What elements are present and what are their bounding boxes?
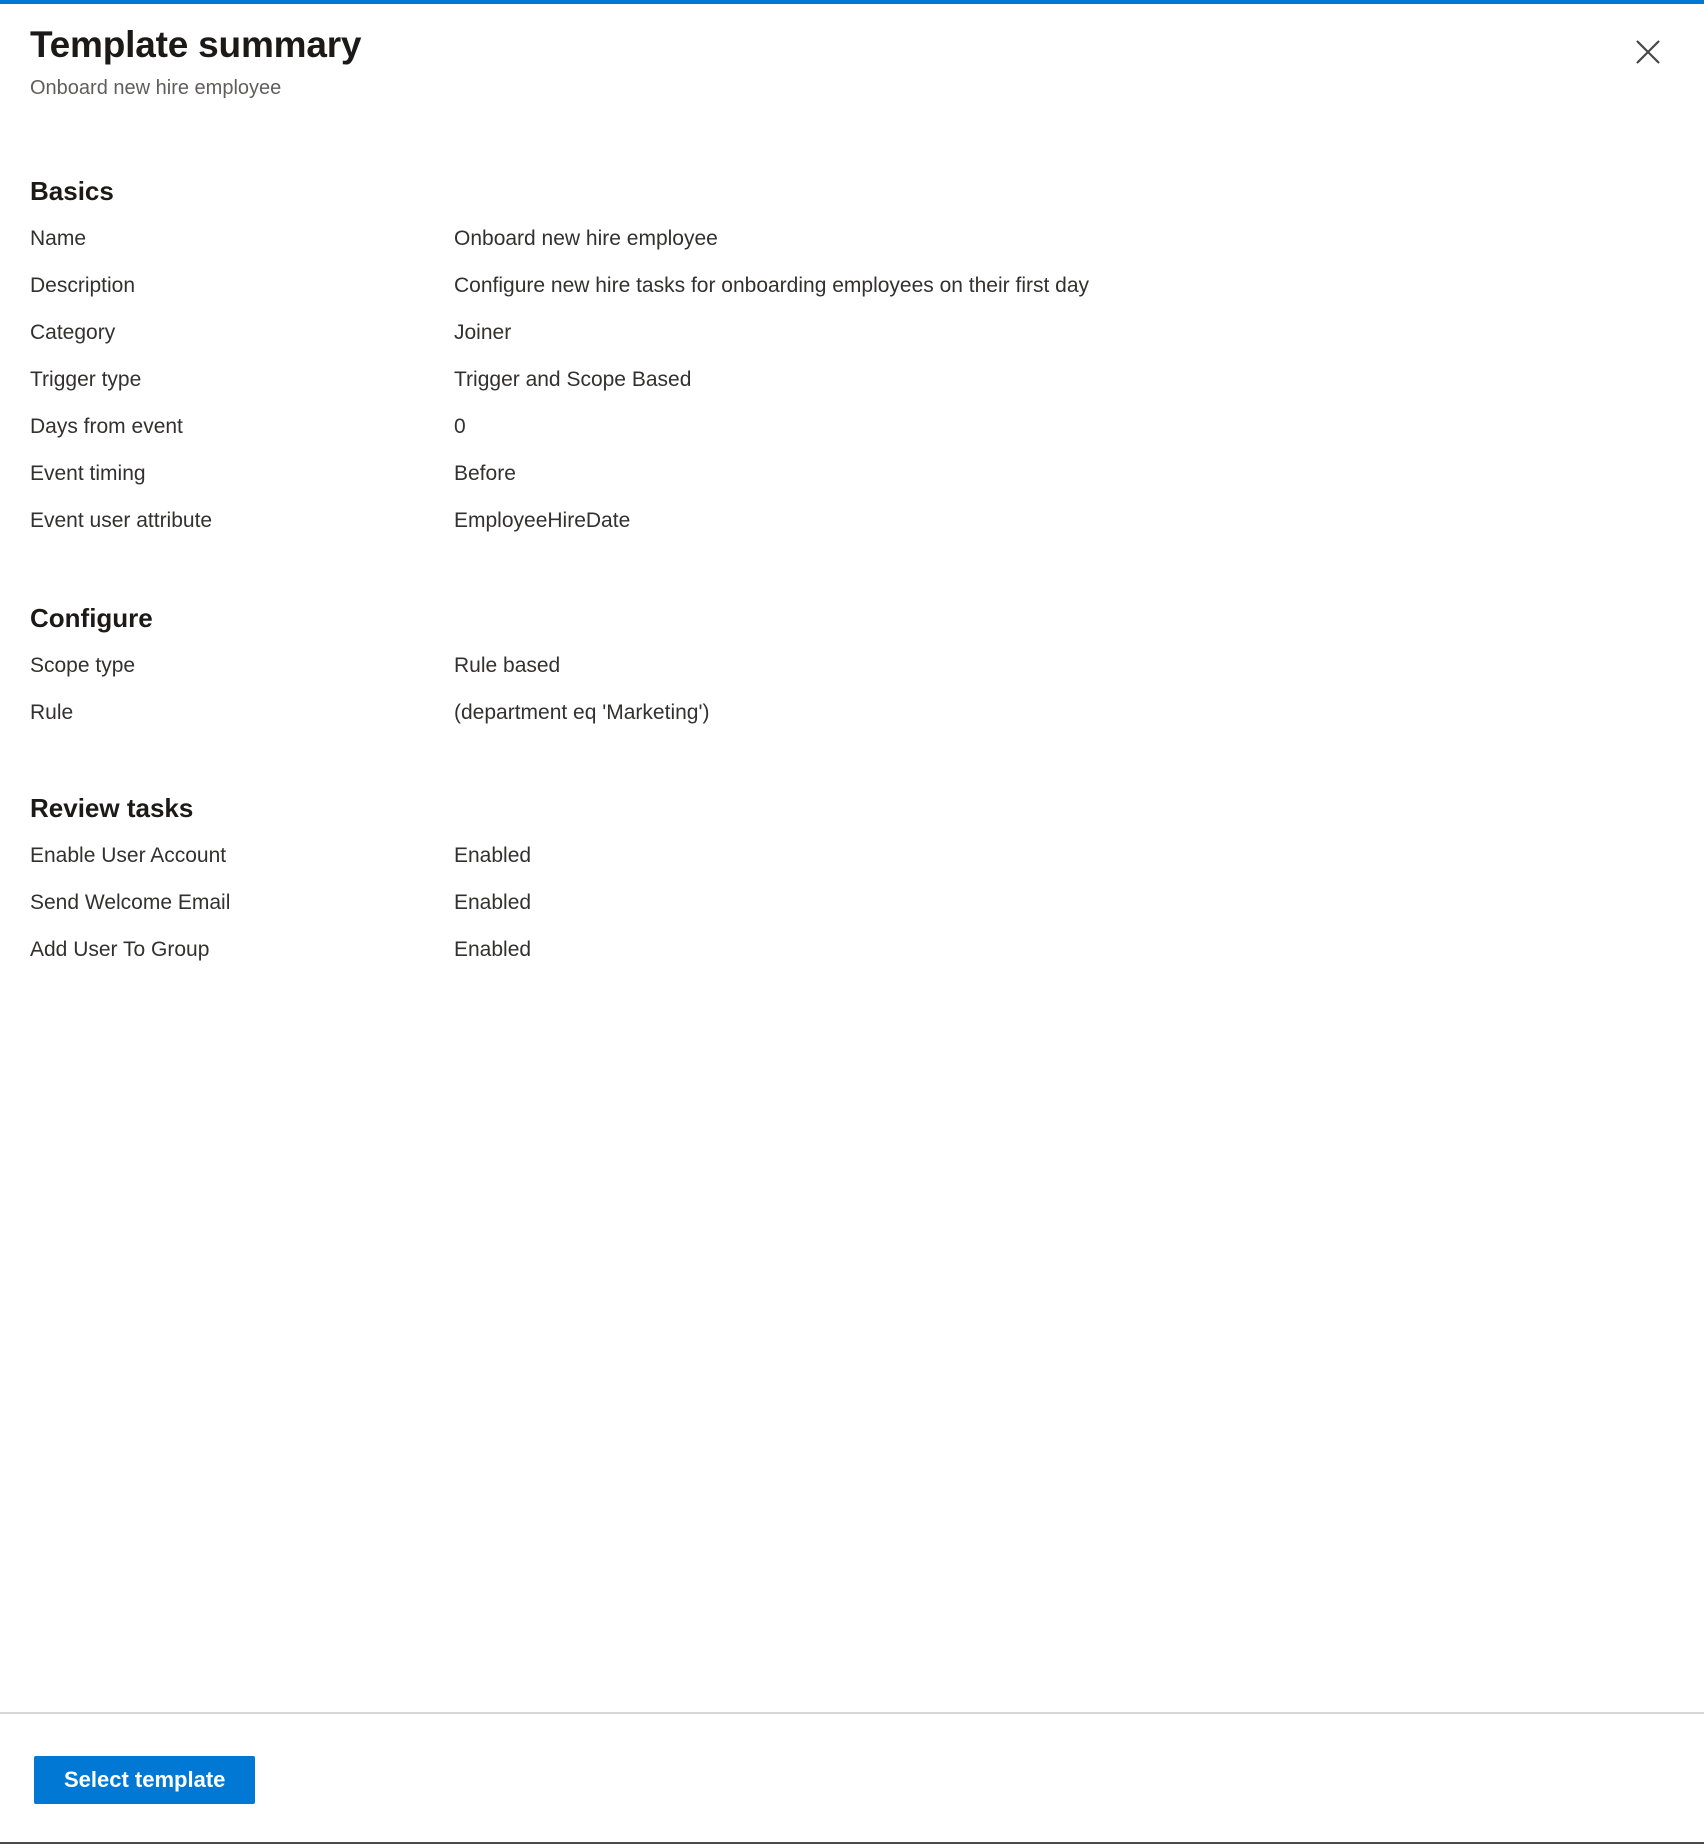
close-button[interactable] — [1624, 28, 1672, 76]
configure-rows: Scope type Rule based Rule (department e… — [30, 651, 1674, 745]
row-label: Rule — [30, 701, 74, 724]
row-value: Enabled — [454, 938, 532, 961]
summary-row: Send Welcome Email Enabled — [30, 888, 1674, 935]
summary-row: Category Joiner — [30, 318, 1674, 365]
summary-row: Description Configure new hire tasks for… — [30, 271, 1674, 318]
row-value: Before — [454, 462, 516, 485]
section-heading-review-tasks: Review tasks — [30, 793, 194, 823]
summary-row: Add User To Group Enabled — [30, 935, 1674, 982]
row-value: Enabled — [454, 891, 532, 914]
row-label: Trigger type — [30, 368, 142, 391]
row-label: Enable User Account — [30, 844, 227, 867]
row-label: Name — [30, 227, 87, 250]
row-label: Add User To Group — [30, 938, 210, 961]
section-heading-basics: Basics — [30, 176, 114, 206]
section-heading-configure: Configure — [30, 603, 153, 633]
review-tasks-rows: Enable User Account Enabled Send Welcome… — [30, 841, 1674, 982]
row-value: EmployeeHireDate — [454, 509, 631, 532]
summary-row: Event user attribute EmployeeHireDate — [30, 506, 1674, 553]
row-value: 0 — [454, 415, 466, 438]
select-template-button[interactable]: Select template — [34, 1756, 256, 1804]
row-value: Trigger and Scope Based — [454, 368, 692, 391]
row-value: (department eq 'Marketing') — [454, 701, 710, 724]
summary-row: Trigger type Trigger and Scope Based — [30, 365, 1674, 412]
summary-row: Event timing Before — [30, 459, 1674, 506]
row-value: Onboard new hire employee — [454, 227, 718, 250]
panel-header: Template summary Onboard new hire employ… — [0, 4, 1704, 102]
row-value: Rule based — [454, 654, 561, 677]
section-review-tasks: Review tasks Enable User Account Enabled… — [30, 745, 1674, 982]
summary-content: Basics Name Onboard new hire employee De… — [0, 102, 1704, 1712]
row-label: Description — [30, 274, 136, 297]
row-label: Event timing — [30, 462, 146, 485]
section-configure: Configure Scope type Rule based Rule (de… — [30, 553, 1674, 745]
row-value: Joiner — [454, 321, 512, 344]
summary-row: Scope type Rule based — [30, 651, 1674, 698]
basics-rows: Name Onboard new hire employee Descripti… — [30, 224, 1674, 553]
row-label: Days from event — [30, 415, 183, 438]
summary-row: Rule (department eq 'Marketing') — [30, 698, 1674, 745]
section-basics: Basics Name Onboard new hire employee De… — [30, 102, 1674, 553]
page-title: Template summary — [30, 24, 362, 65]
summary-row: Enable User Account Enabled — [30, 841, 1674, 888]
page-subtitle: Onboard new hire employee — [30, 77, 282, 99]
summary-row: Name Onboard new hire employee — [30, 224, 1674, 271]
summary-row: Days from event 0 — [30, 412, 1674, 459]
row-value: Enabled — [454, 844, 532, 867]
row-label: Send Welcome Email — [30, 891, 231, 914]
template-summary-panel: Template summary Onboard new hire employ… — [0, 0, 1704, 1844]
row-label: Scope type — [30, 654, 136, 677]
close-icon — [1633, 37, 1663, 67]
row-label: Event user attribute — [30, 509, 213, 532]
panel-footer: Select template — [0, 1712, 1704, 1842]
row-label: Category — [30, 321, 116, 344]
row-value: Configure new hire tasks for onboarding … — [454, 274, 1090, 297]
